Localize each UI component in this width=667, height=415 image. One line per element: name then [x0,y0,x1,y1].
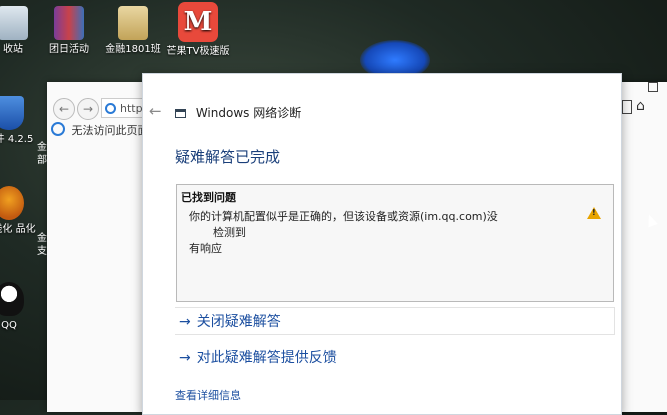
close-troubleshooter-label: 关闭疑难解答 [196,314,281,330]
close-troubleshooter-link[interactable]: → 关闭疑难解答 [175,307,615,335]
qq-penguin-icon [0,282,24,316]
recycle-bin-icon [0,6,28,40]
feedback-label: 对此疑难解答提供反馈 [196,350,337,366]
dialog-back-button[interactable]: ← [149,102,162,120]
arrow-right-icon: → [179,314,191,330]
feedback-link[interactable]: → 对此疑难解答提供反馈 [175,344,615,372]
folder-icon [118,6,148,40]
pet-icon [0,186,24,220]
ie-logo-icon [51,122,65,136]
problem-title: 已找到问题 [181,191,236,204]
problem-text-end: 有响应 [189,242,222,255]
problem-text-main: 你的计算机配置似乎是正确的，但该设备或资源(im.qq.com)没 [189,210,498,223]
desktop-icon-label: 软件 4.2.5 [0,134,34,145]
mango-tv-icon: M [178,2,218,42]
problem-found-box: 已找到问题 你的计算机配置似乎是正确的，但该设备或资源(im.qq.com)没检… [176,184,614,302]
desktop-fragment: 支 [37,246,47,257]
desktop-icon-class-folder[interactable]: 金融1801班 [102,6,164,56]
network-diagnostics-dialog: ← Windows 网络诊断 疑难解答已完成 已找到问题 你的计算机配置似乎是正… [142,73,622,415]
view-details-link[interactable]: 查看详细信息 [175,387,241,403]
arrow-right-icon: → [179,350,191,366]
address-text: http [120,102,143,115]
browser-address-bar[interactable]: http [101,98,147,118]
network-diagnostics-icon [175,109,186,118]
desktop-icon-label: 收站 [3,44,23,55]
dialog-title: Windows 网络诊断 [195,106,302,120]
browser-forward-button[interactable]: → [77,98,99,120]
desktop-icon-label: 团日活动 [49,44,89,55]
forward-arrow-icon: → [82,102,94,116]
dialog-title-bar: Windows 网络诊断 [175,104,301,121]
problem-description: 你的计算机配置似乎是正确的，但该设备或资源(im.qq.com)没检测到 有响应 [189,209,509,257]
browser-scroll-button[interactable] [622,100,632,114]
desktop-icon-label: 芒果TV极速版 [166,46,230,57]
desktop-icon-label: QQ [1,320,17,331]
desktop-icon-qq[interactable]: QQ [0,282,40,332]
dialog-heading: 疑难解答已完成 [175,148,281,166]
desktop-icon-activity[interactable]: 团日活动 [38,6,100,56]
archive-icon [54,6,84,40]
browser-tab[interactable]: 无法访问此页面 [51,122,149,138]
browser-maximize-button[interactable] [648,82,658,92]
shield-icon [0,96,24,130]
desktop-fragment: 部 [37,155,47,166]
problem-status: 检测到 [213,226,246,239]
desktop-icon-wireless[interactable]: 无线化 品化 [0,186,40,236]
desktop-icon-software[interactable]: 软件 4.2.5 [0,96,40,146]
desktop-icon-mango-tv[interactable]: M 芒果TV极速版 [166,2,230,58]
desktop-icon-label: 无线化 品化 [0,224,36,235]
browser-home-button[interactable]: ⌂ [636,98,645,114]
browser-back-button[interactable]: ← [53,98,75,120]
browser-tab-title: 无法访问此页面 [71,124,149,137]
desktop-icon-label: 金融1801班 [105,44,161,55]
back-arrow-icon: ← [58,102,70,116]
warning-icon [587,207,601,219]
ie-logo-icon [105,103,116,114]
